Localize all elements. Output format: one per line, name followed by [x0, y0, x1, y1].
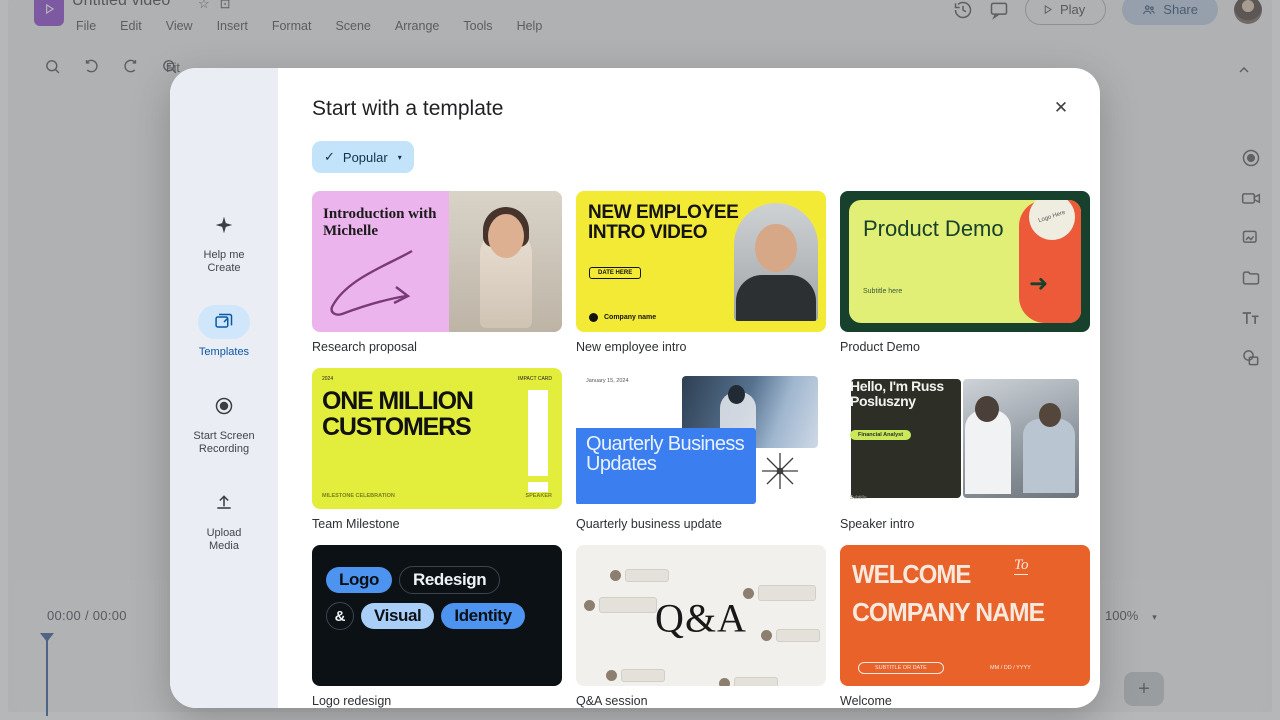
template-label: Speaker intro: [840, 517, 915, 531]
check-icon: ✓: [324, 149, 335, 164]
dialog-title: Start with a template: [312, 97, 504, 120]
thumbnail-word-redesign: Redesign: [398, 566, 501, 594]
thumbnail-logo-placeholder: Logo Here: [1023, 200, 1081, 246]
sidebar-item-start-screen-recording[interactable]: Start Screen Recording: [179, 389, 269, 456]
template-card-research-proposal[interactable]: Introduction with Michelle Research prop…: [312, 191, 562, 354]
thumbnail-top-right-text: IMPACT CARD: [518, 376, 552, 382]
thumbnail-top-left-text: 2024: [322, 376, 334, 382]
sparkle-icon: [198, 208, 250, 242]
arrow-right-icon: ➜: [1029, 270, 1049, 296]
template-card-team-milestone[interactable]: 2024 IMPACT CARD ONE MILLION CUSTOMERS M…: [312, 368, 562, 531]
thumbnail-accent-panel: Logo Here ➜: [1019, 200, 1081, 323]
template-thumbnail: Introduction with Michelle: [312, 191, 562, 332]
template-label: Product Demo: [840, 340, 920, 354]
template-thumbnail: 2024 IMPACT CARD ONE MILLION CUSTOMERS M…: [312, 368, 562, 509]
upload-icon: [198, 486, 250, 520]
thumbnail-line-1: WELCOME: [852, 559, 971, 589]
thumbnail-footer-text: Subtitle: [850, 495, 867, 501]
chevron-down-icon: ▾: [397, 152, 402, 162]
sidebar-item-templates[interactable]: Templates: [179, 305, 269, 359]
template-picker-dialog: Help me Create Templates Start Screen Re…: [170, 68, 1100, 708]
thumbnail-subtitle-badge: SUBTITLE OR DATE: [858, 662, 944, 674]
sidebar-label-upload-media: Upload Media: [206, 527, 242, 552]
thumbnail-title: Hello, I'm Russ Posluszny: [850, 378, 944, 409]
thumbnail-word-ampersand: &: [326, 602, 354, 630]
dialog-body: ✕ Start with a template ✓ Popular ▾ Intr…: [278, 68, 1100, 708]
chat-bubble: [761, 629, 820, 642]
thumbnail-date-badge: DATE HERE: [589, 267, 642, 279]
template-card-welcome-company[interactable]: WELCOME To COMPANY NAME SUBTITLE OR DATE…: [840, 545, 1090, 708]
chat-bubble: [610, 569, 669, 582]
thumbnail-subtitle: Subtitle here: [863, 288, 903, 295]
sidebar-label-templates: Templates: [198, 346, 250, 358]
thumbnail-title: Introduction with Michelle: [323, 206, 437, 239]
template-grid: Introduction with Michelle Research prop…: [312, 191, 1090, 708]
screen: Untitled video ☆ ⊡ File Edit View Insert…: [0, 0, 1280, 720]
template-thumbnail: Q&A: [576, 545, 826, 686]
sidebar-item-upload-media[interactable]: Upload Media: [179, 486, 269, 553]
sidebar-label-help-me-create: Help me Create: [203, 249, 245, 274]
thumbnail-word-to: To: [1014, 557, 1029, 575]
dialog-sidebar: Help me Create Templates Start Screen Re…: [170, 68, 278, 708]
thumbnail-title: Product Demo: [863, 216, 1004, 241]
template-thumbnail: Product Demo Subtitle here Logo Here ➜: [840, 191, 1090, 332]
thumbnail-title: NEW EMPLOYEE INTRO VIDEO: [588, 202, 739, 243]
templates-icon: [198, 305, 250, 339]
template-label: Quarterly business update: [576, 517, 722, 531]
template-label: Q&A session: [576, 694, 648, 708]
chat-bubble: [719, 677, 778, 686]
thumbnail-company-name: Company name: [589, 313, 656, 322]
thumbnail-bottom-left-text: MILESTONE CELEBRATION: [322, 493, 395, 499]
record-icon: [198, 389, 250, 423]
curved-arrow-icon: [330, 249, 413, 316]
template-thumbnail: NEW EMPLOYEE INTRO VIDEO DATE HERE Compa…: [576, 191, 826, 332]
exclamation-bar: [528, 390, 548, 476]
chat-bubble: [584, 597, 657, 613]
thumbnail-line-2: COMPANY NAME: [852, 597, 1045, 627]
template-label: Logo redesign: [312, 694, 392, 708]
template-card-product-demo[interactable]: Product Demo Subtitle here Logo Here ➜ P…: [840, 191, 1090, 354]
template-thumbnail: Logo Redesign & Visual Identity: [312, 545, 562, 686]
close-icon[interactable]: ✕: [1048, 94, 1074, 120]
template-card-speaker-intro[interactable]: Hello, I'm Russ Posluszny Financial Anal…: [840, 368, 1090, 531]
template-label: New employee intro: [576, 340, 687, 354]
thumbnail-bottom-right-text: SPEAKER: [525, 493, 552, 499]
thumbnail-word-logo: Logo: [326, 567, 392, 593]
thumbnail-meta-text: MM / DD / YYYY: [990, 665, 1031, 671]
template-card-qa-session[interactable]: Q&A Q&A session: [576, 545, 826, 708]
template-card-new-employee-intro[interactable]: NEW EMPLOYEE INTRO VIDEO DATE HERE Compa…: [576, 191, 826, 354]
template-label: Team Milestone: [312, 517, 400, 531]
filter-row: ✓ Popular ▾: [312, 141, 1066, 173]
thumbnail-photo: [449, 191, 562, 332]
thumbnail-word-visual: Visual: [361, 603, 435, 629]
starburst-icon: [762, 453, 798, 489]
template-label: Research proposal: [312, 340, 417, 354]
thumbnail-role-badge: Financial Analyst: [850, 430, 912, 440]
template-label: Welcome: [840, 694, 892, 708]
thumbnail-title: Q&A: [655, 594, 747, 640]
template-thumbnail: WELCOME To COMPANY NAME SUBTITLE OR DATE…: [840, 545, 1090, 686]
sidebar-label-start-screen-recording: Start Screen Recording: [193, 430, 255, 455]
thumbnail-photo: [734, 203, 818, 321]
template-thumbnail: January 15, 2024 Quarterly Business Upda…: [576, 368, 826, 509]
chat-bubble: [606, 669, 665, 682]
template-card-quarterly-business-update[interactable]: January 15, 2024 Quarterly Business Upda…: [576, 368, 826, 531]
template-thumbnail: Hello, I'm Russ Posluszny Financial Anal…: [840, 368, 1090, 509]
template-card-logo-redesign[interactable]: Logo Redesign & Visual Identity Logo red…: [312, 545, 562, 708]
thumbnail-title: Quarterly Business Updates: [586, 433, 745, 475]
thumbnail-photo: [963, 379, 1079, 498]
thumbnail-date: January 15, 2024: [586, 378, 629, 384]
sidebar-item-help-me-create[interactable]: Help me Create: [179, 208, 269, 275]
chat-bubble: [743, 585, 816, 601]
exclamation-dot: [528, 482, 548, 492]
thumbnail-title: ONE MILLION CUSTOMERS: [322, 387, 474, 441]
thumbnail-word-identity: Identity: [441, 603, 525, 629]
filter-chip-popular[interactable]: ✓ Popular ▾: [312, 141, 414, 173]
filter-chip-label: Popular: [342, 149, 388, 165]
